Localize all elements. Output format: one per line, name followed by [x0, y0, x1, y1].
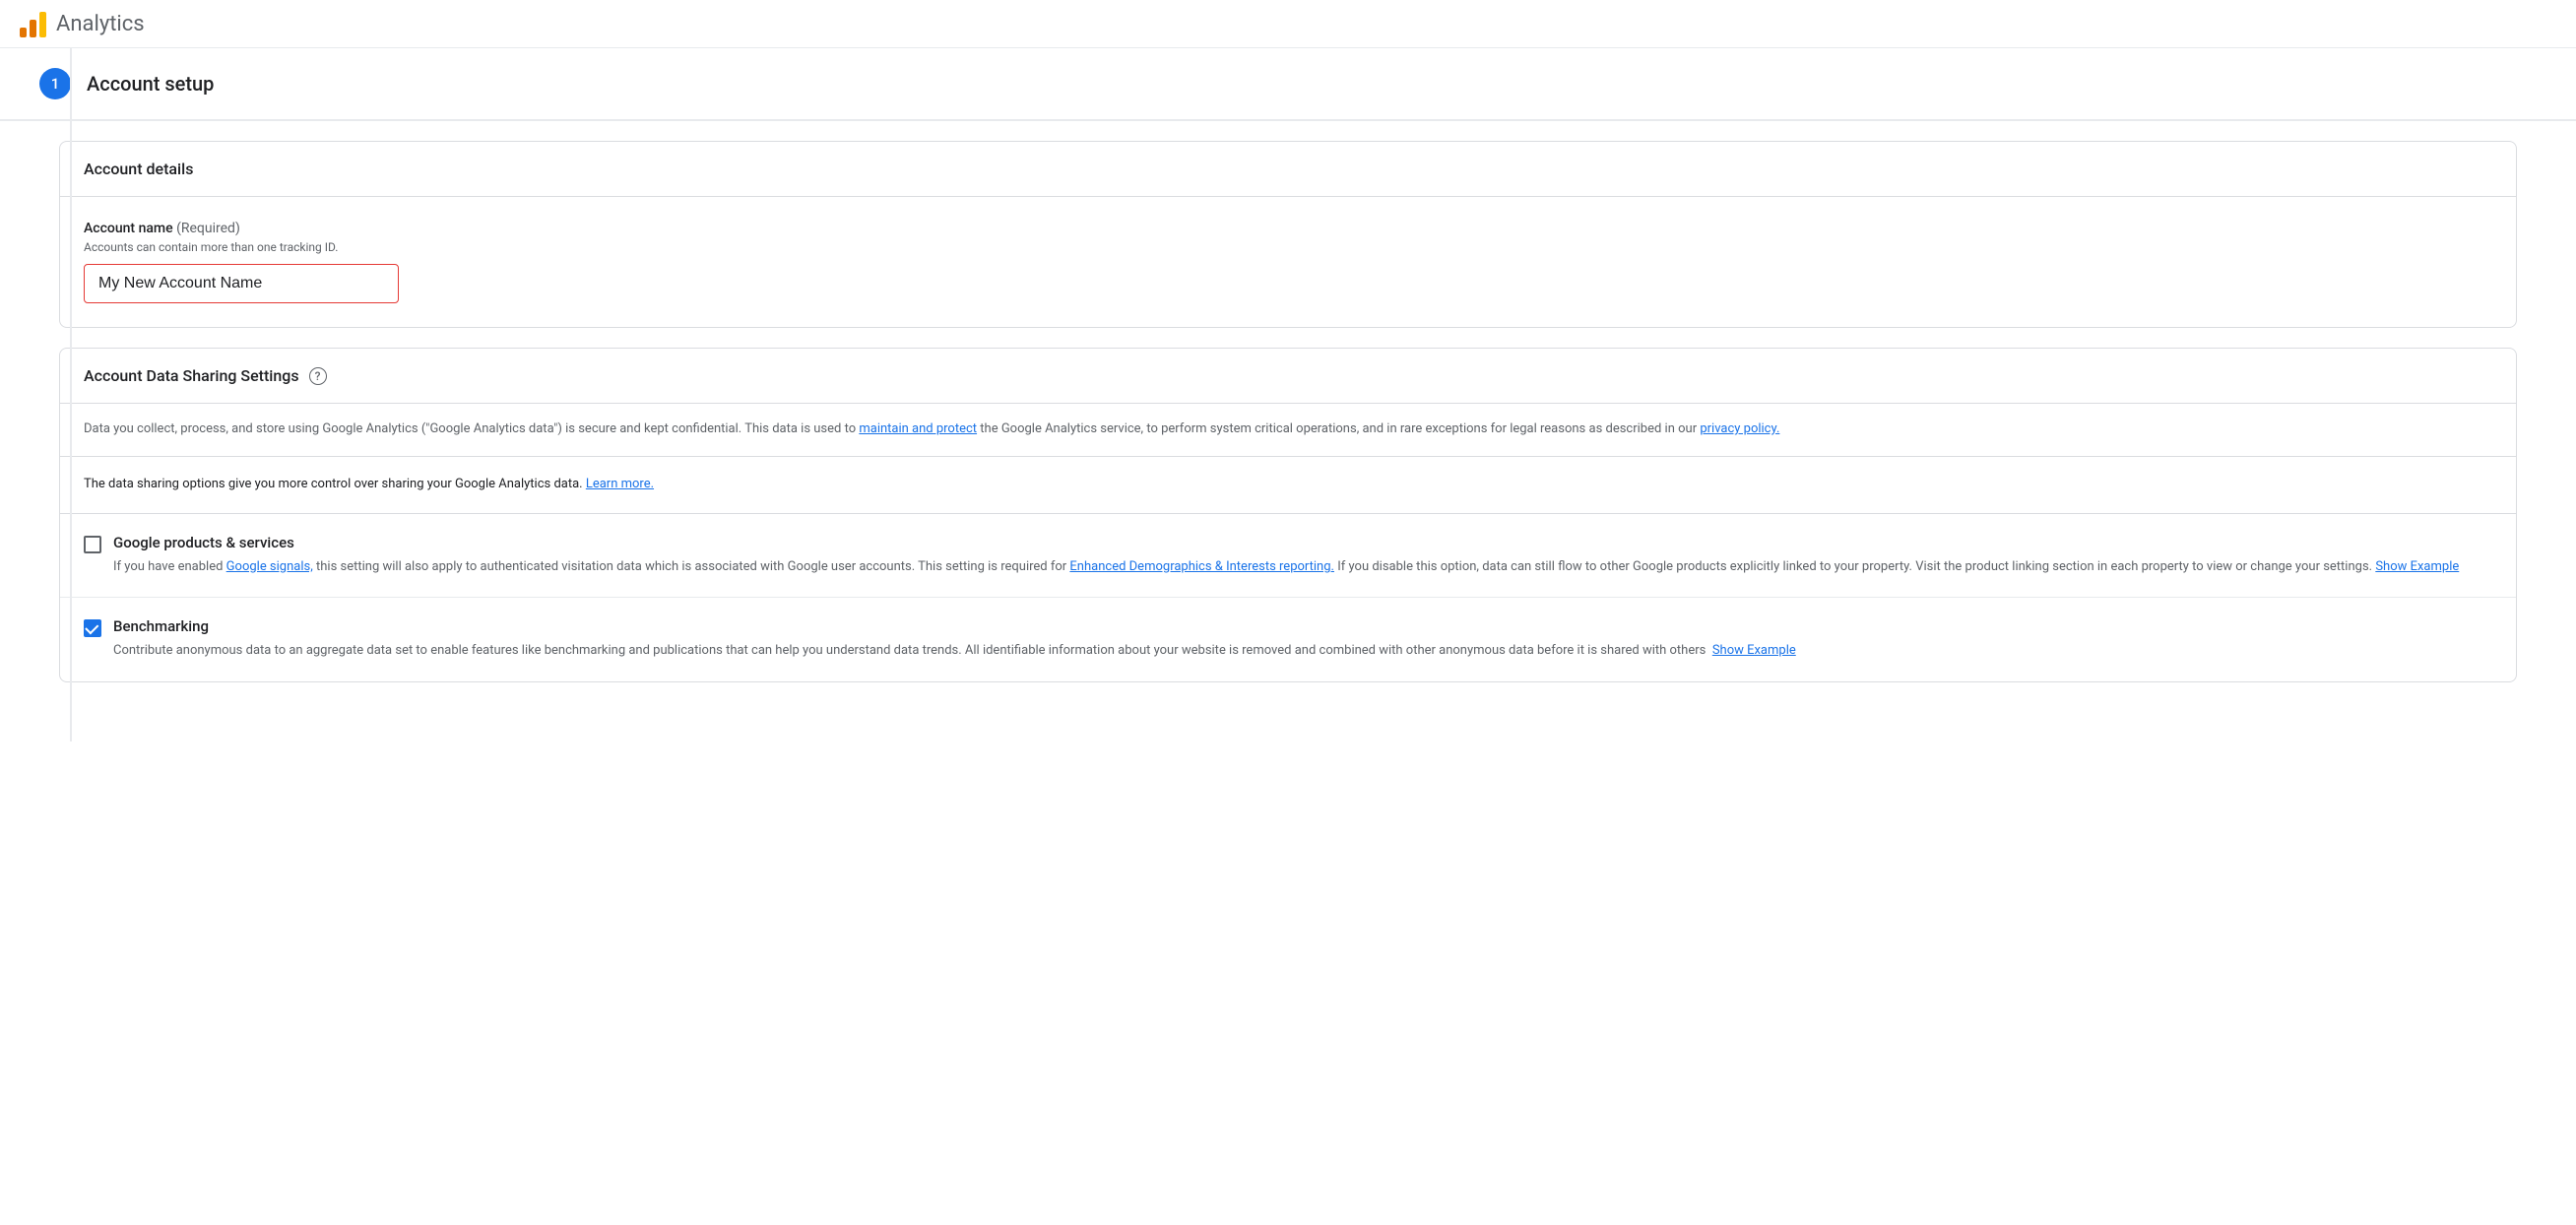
account-details-card: Account details Account name (Required) …: [59, 141, 2517, 328]
app-header: Analytics: [0, 0, 2576, 48]
google-products-content: Google products & services If you have e…: [113, 534, 2459, 578]
account-name-label: Account name (Required): [84, 221, 2492, 236]
google-products-row: Google products & services If you have e…: [84, 534, 2492, 578]
data-sharing-description: Data you collect, process, and store usi…: [60, 404, 2516, 457]
step-number: 1: [39, 68, 71, 99]
bar-1: [20, 28, 27, 37]
account-name-hint: Accounts can contain more than one track…: [84, 240, 2492, 254]
sharing-intro: The data sharing options give you more c…: [60, 457, 2516, 514]
help-icon[interactable]: ?: [309, 367, 327, 385]
required-indicator: (Required): [176, 221, 240, 236]
app-title: Analytics: [56, 12, 145, 36]
benchmarking-label: Benchmarking: [113, 617, 1796, 635]
vertical-divider: [70, 48, 72, 741]
benchmarking-show-example-link[interactable]: Show Example: [1712, 643, 1796, 658]
data-sharing-card: Account Data Sharing Settings ? Data you…: [59, 348, 2517, 682]
maintain-protect-link[interactable]: maintain and protect: [859, 421, 977, 436]
bar-3: [39, 12, 46, 37]
benchmarking-desc: Contribute anonymous data to an aggregat…: [113, 641, 1796, 662]
data-sharing-title: Account Data Sharing Settings: [84, 366, 299, 385]
learn-more-link[interactable]: Learn more.: [586, 477, 654, 491]
account-details-header: Account details: [60, 142, 2516, 197]
google-products-checkbox[interactable]: [84, 536, 101, 553]
google-products-desc: If you have enabled Google signals, this…: [113, 557, 2459, 578]
google-products-item: Google products & services If you have e…: [60, 514, 2516, 599]
step-header: 1 Account setup: [0, 48, 2576, 121]
app-logo: Analytics: [20, 10, 145, 37]
google-products-show-example-link[interactable]: Show Example: [2375, 559, 2459, 574]
benchmarking-item: Benchmarking Contribute anonymous data t…: [60, 598, 2516, 681]
logo-icon: [20, 10, 46, 37]
google-products-label: Google products & services: [113, 534, 2459, 551]
account-details-body: Account name (Required) Accounts can con…: [60, 197, 2516, 327]
data-sharing-header: Account Data Sharing Settings ?: [60, 349, 2516, 404]
data-sharing-header-row: Account Data Sharing Settings ?: [84, 366, 2492, 385]
account-name-input[interactable]: [84, 264, 399, 303]
benchmarking-content: Benchmarking Contribute anonymous data t…: [113, 617, 1796, 662]
step-title: Account setup: [87, 72, 214, 96]
sharing-desc-text2: the Google Analytics service, to perform…: [977, 421, 1700, 436]
google-signals-link[interactable]: Google signals,: [226, 559, 313, 574]
page-content: Account details Account name (Required) …: [0, 141, 2576, 741]
benchmarking-row: Benchmarking Contribute anonymous data t…: [84, 617, 2492, 662]
sharing-desc-text1: Data you collect, process, and store usi…: [84, 421, 859, 436]
benchmarking-checkbox[interactable]: [84, 619, 101, 637]
main-content: 1 Account setup Account details Account …: [0, 48, 2576, 741]
enhanced-demographics-link[interactable]: Enhanced Demographics & Interests report…: [1069, 559, 1334, 574]
sharing-intro-text: The data sharing options give you more c…: [84, 477, 586, 491]
bar-2: [30, 20, 36, 37]
privacy-policy-link[interactable]: privacy policy.: [1700, 421, 1779, 436]
